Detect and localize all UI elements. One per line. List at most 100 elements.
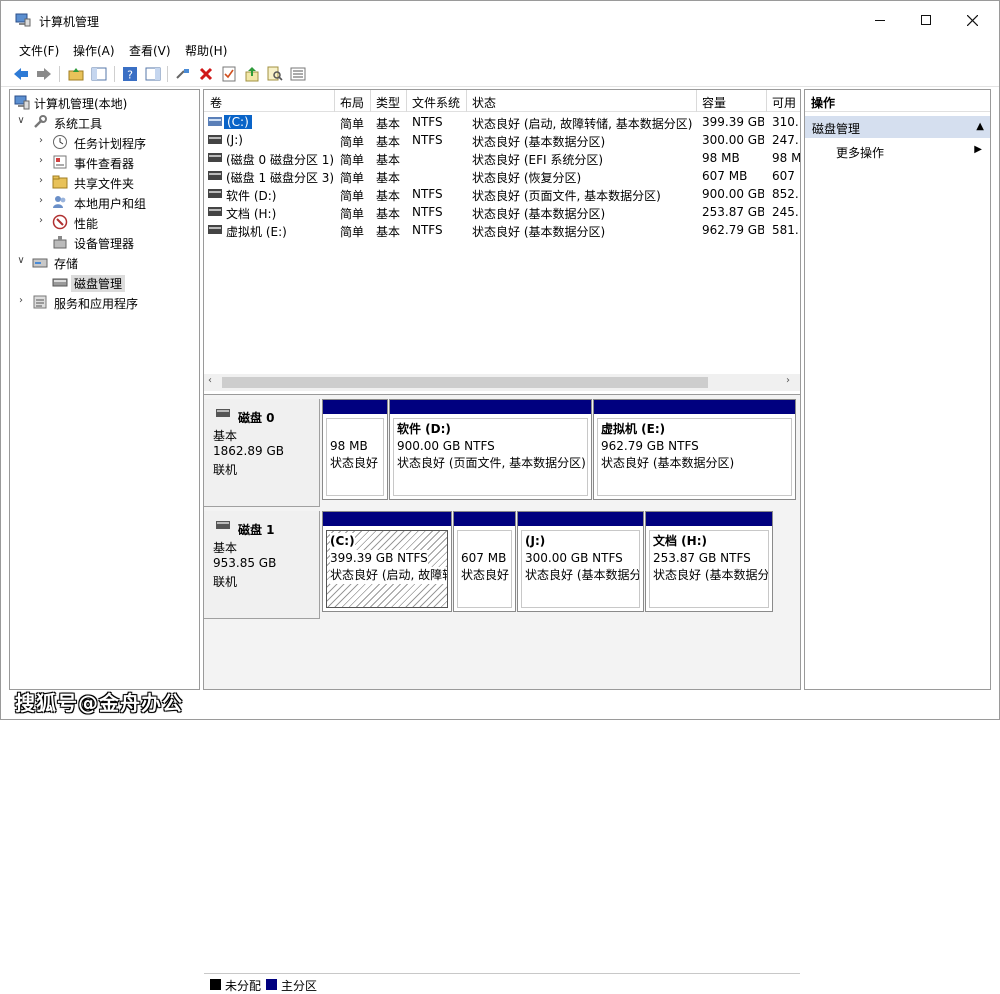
disk-type: 基本 xyxy=(213,541,238,555)
column-separator[interactable] xyxy=(406,90,407,112)
actions-section-disk-management[interactable]: 磁盘管理 ▲ xyxy=(805,116,990,138)
partition-d[interactable]: 软件 (D:) 900.00 GB NTFS 状态良好 (页面文件, 基本数据分… xyxy=(389,399,592,500)
close-button[interactable] xyxy=(949,1,995,39)
tree-label: 本地用户和组 xyxy=(74,197,147,211)
partition-size: 98 MB xyxy=(330,439,368,453)
tree-item-performance[interactable]: › 性能 xyxy=(10,212,199,232)
volume-capacity: 399.39 GB xyxy=(702,115,764,129)
menu-view[interactable]: 查看(V) xyxy=(129,42,171,59)
computer-management-icon xyxy=(14,95,30,110)
tree-item-storage[interactable]: ∨ 存储 xyxy=(10,252,199,272)
column-separator[interactable] xyxy=(696,90,697,112)
tree-item-shared-folders[interactable]: › 共享文件夹 xyxy=(10,172,199,192)
column-header-filesystem[interactable]: 文件系统 xyxy=(412,94,460,111)
tools-icon xyxy=(34,115,47,128)
shared-folder-icon xyxy=(52,175,68,189)
forward-button[interactable] xyxy=(35,65,53,83)
volume-name: (C:) xyxy=(224,115,252,129)
chevron-right-icon[interactable]: › xyxy=(36,155,46,167)
partition-j[interactable]: (J:) 300.00 GB NTFS 状态良好 (基本数据分区) xyxy=(517,511,644,612)
up-level-button[interactable] xyxy=(67,65,85,83)
chevron-right-icon[interactable]: › xyxy=(36,195,46,207)
search-button[interactable] xyxy=(266,65,284,83)
table-row[interactable]: (磁盘 1 磁盘分区 3) 简单 基本 状态良好 (恢复分区) 607 MB 6… xyxy=(204,167,800,185)
table-row[interactable]: (磁盘 0 磁盘分区 1) 简单 基本 状态良好 (EFI 系统分区) 98 M… xyxy=(204,149,800,167)
show-hide-tree-button[interactable] xyxy=(90,65,108,83)
tree-item-task-scheduler[interactable]: › 任务计划程序 xyxy=(10,132,199,152)
scrollbar-thumb[interactable] xyxy=(222,377,708,388)
chevron-right-icon[interactable]: › xyxy=(36,215,46,227)
column-header-free[interactable]: 可用 xyxy=(772,94,796,111)
volume-icon xyxy=(208,171,222,180)
partition-legend: 未分配 主分区 xyxy=(204,973,800,994)
checklist-icon xyxy=(222,66,236,82)
tree-item-root[interactable]: 计算机管理(本地) xyxy=(10,92,199,112)
back-button[interactable] xyxy=(12,65,30,83)
column-separator[interactable] xyxy=(466,90,467,112)
chevron-right-icon[interactable]: › xyxy=(16,295,26,307)
tree-item-device-manager[interactable]: 设备管理器 xyxy=(10,232,199,252)
volume-free: 310. xyxy=(772,115,799,129)
properties-button[interactable] xyxy=(220,65,238,83)
minimize-button[interactable] xyxy=(857,1,903,39)
partition-size: 900.00 GB NTFS xyxy=(397,439,495,453)
column-header-layout[interactable]: 布局 xyxy=(340,94,364,111)
partition-efi[interactable]: 98 MB 状态良好 xyxy=(322,399,388,500)
column-separator[interactable] xyxy=(766,90,767,112)
menu-help[interactable]: 帮助(H) xyxy=(185,42,227,59)
collapse-up-icon[interactable]: ▲ xyxy=(976,121,984,132)
chevron-right-icon[interactable]: › xyxy=(36,135,46,147)
show-hide-action-pane-button[interactable] xyxy=(144,65,162,83)
tree-item-services-apps[interactable]: › 服务和应用程序 xyxy=(10,292,199,312)
volume-icon xyxy=(208,207,222,216)
table-row[interactable]: (C:) 简单 基本 NTFS 状态良好 (启动, 故障转储, 基本数据分区) … xyxy=(204,113,800,131)
services-icon xyxy=(33,295,47,309)
title-bar: 计算机管理 xyxy=(1,1,999,39)
menu-action[interactable]: 操作(A) xyxy=(73,42,115,59)
table-row[interactable]: 软件 (D:) 简单 基本 NTFS 状态良好 (页面文件, 基本数据分区) 9… xyxy=(204,185,800,203)
partition-body: 虚拟机 (E:) 962.79 GB NTFS 状态良好 (基本数据分区) xyxy=(597,418,792,496)
table-row[interactable]: (J:) 简单 基本 NTFS 状态良好 (基本数据分区) 300.00 GB … xyxy=(204,131,800,149)
close-icon xyxy=(966,14,978,26)
chevron-right-icon[interactable]: › xyxy=(36,175,46,187)
scroll-right-icon[interactable]: › xyxy=(786,375,790,386)
tree-item-system-tools[interactable]: ∨ 系统工具 xyxy=(10,112,199,132)
table-row[interactable]: 文档 (H:) 简单 基本 NTFS 状态良好 (基本数据分区) 253.87 … xyxy=(204,203,800,221)
column-separator[interactable] xyxy=(334,90,335,112)
disk-icon xyxy=(216,409,230,417)
column-separator[interactable] xyxy=(370,90,371,112)
column-header-volume[interactable]: 卷 xyxy=(210,94,222,111)
column-header-capacity[interactable]: 容量 xyxy=(702,94,726,111)
table-row[interactable]: 虚拟机 (E:) 简单 基本 NTFS 状态良好 (基本数据分区) 962.79… xyxy=(204,221,800,239)
tree-item-event-viewer[interactable]: › 事件查看器 xyxy=(10,152,199,172)
legend-primary: 主分区 xyxy=(281,979,318,993)
tree-item-disk-management[interactable]: 磁盘管理 xyxy=(10,272,199,292)
column-header-type[interactable]: 类型 xyxy=(376,94,400,111)
volume-type: 基本 xyxy=(376,171,401,185)
disk-1-info[interactable]: 磁盘 1 基本 953.85 GB 联机 xyxy=(204,511,320,619)
tree-item-local-users[interactable]: › 本地用户和组 xyxy=(10,192,199,212)
list-view-button[interactable] xyxy=(289,65,307,83)
partition-name: 软件 (D:) xyxy=(397,422,451,436)
maximize-button[interactable] xyxy=(903,1,949,39)
more-actions-item[interactable]: 更多操作 ▶ xyxy=(805,140,990,162)
help-button[interactable]: ? xyxy=(121,65,139,83)
partition-bar xyxy=(323,512,451,526)
partition-body: (J:) 300.00 GB NTFS 状态良好 (基本数据分区) xyxy=(521,530,640,608)
tree-label: 系统工具 xyxy=(54,117,103,131)
partition-h[interactable]: 文档 (H:) 253.87 GB NTFS 状态良好 (基本数据分区) xyxy=(645,511,773,612)
partition-e[interactable]: 虚拟机 (E:) 962.79 GB NTFS 状态良好 (基本数据分区) xyxy=(593,399,796,500)
partition-recovery[interactable]: 607 MB 状态良好 xyxy=(453,511,516,612)
chevron-down-icon[interactable]: ∨ xyxy=(16,115,26,127)
column-header-status[interactable]: 状态 xyxy=(472,94,496,111)
menu-file[interactable]: 文件(F) xyxy=(19,42,59,59)
scroll-left-icon[interactable]: ‹ xyxy=(208,375,212,386)
partition-c[interactable]: (C:) 399.39 GB NTFS 状态良好 (启动, 故障转储 xyxy=(322,511,452,612)
chevron-down-icon[interactable]: ∨ xyxy=(16,255,26,267)
export-button[interactable] xyxy=(243,65,261,83)
horizontal-scrollbar[interactable]: ‹ › xyxy=(204,374,800,391)
disk-0-info[interactable]: 磁盘 0 基本 1862.89 GB 联机 xyxy=(204,399,320,507)
connect-disk-button[interactable] xyxy=(174,65,192,83)
volume-capacity: 900.00 GB xyxy=(702,187,764,201)
delete-button[interactable] xyxy=(197,65,215,83)
